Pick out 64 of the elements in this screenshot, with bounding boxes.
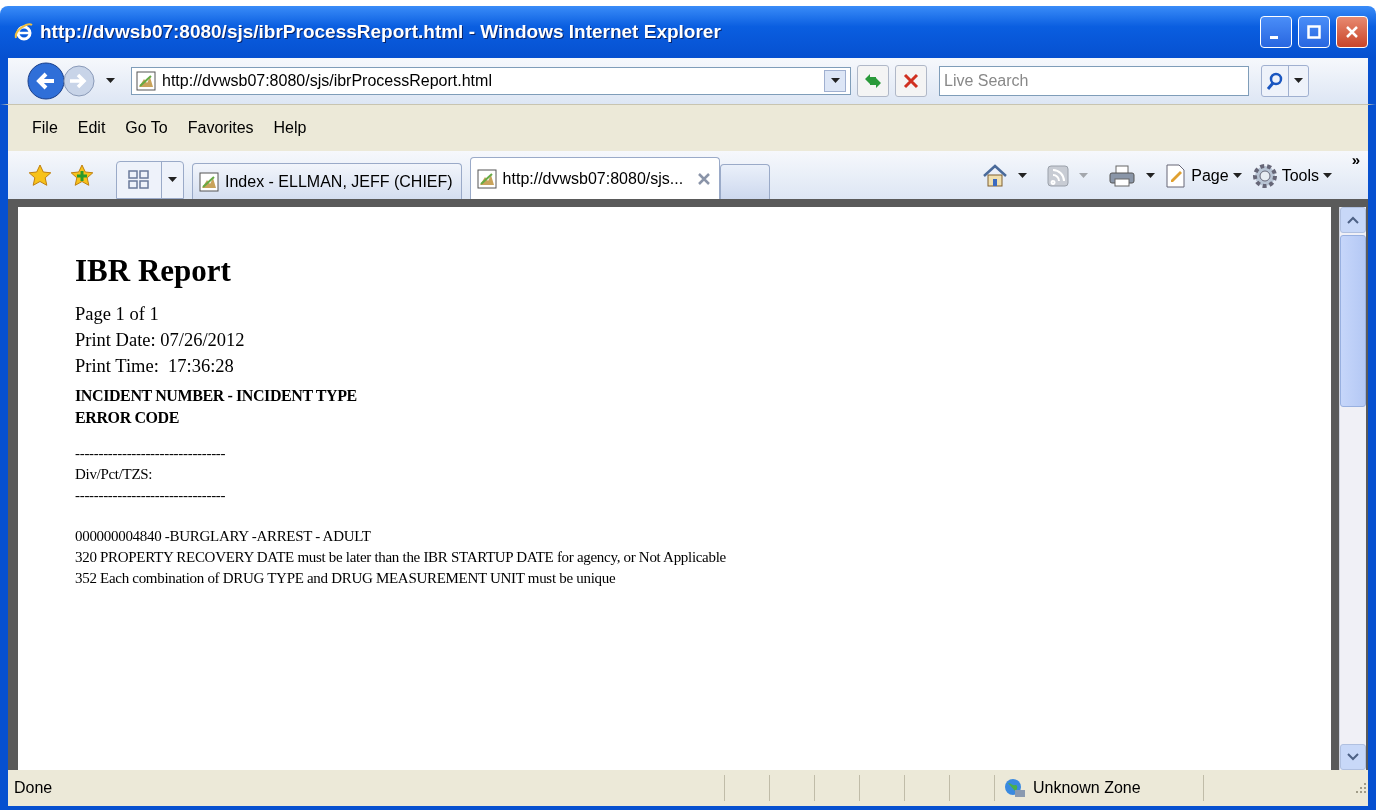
stop-button[interactable] bbox=[895, 65, 927, 97]
menu-item[interactable]: Favorites bbox=[187, 115, 268, 141]
refresh-button[interactable] bbox=[857, 65, 889, 97]
page-edit-icon bbox=[1165, 164, 1188, 188]
tools-menu-button[interactable]: Tools bbox=[1251, 163, 1332, 189]
more-commands-button[interactable]: » bbox=[1351, 151, 1360, 168]
add-favorite-icon[interactable] bbox=[70, 164, 94, 188]
close-icon bbox=[1345, 25, 1359, 39]
caret-icon[interactable] bbox=[1232, 173, 1242, 179]
forward-button[interactable] bbox=[62, 64, 96, 98]
dashed-rule-text: -------------------------------- bbox=[75, 444, 226, 463]
search-field[interactable]: Live Search bbox=[939, 66, 1249, 96]
print-icon[interactable] bbox=[1108, 164, 1137, 188]
gear-icon bbox=[1251, 163, 1278, 189]
ie-logo-icon bbox=[14, 22, 34, 42]
dashed-rule-text: -------------------------------- bbox=[75, 486, 226, 505]
scroll-thumb[interactable] bbox=[1340, 235, 1366, 407]
minimize-icon bbox=[1270, 35, 1278, 39]
caret-icon[interactable] bbox=[168, 177, 177, 183]
error-line: 352 Each combination of DRUG TYPE and DRUG MEASUREMENT UNIT must be unique bbox=[75, 569, 616, 588]
browser-tab[interactable]: Index - ELLMAN, JEFF (CHIEF) bbox=[192, 163, 462, 199]
caret-icon[interactable] bbox=[1294, 78, 1303, 84]
star-icon[interactable] bbox=[28, 164, 52, 188]
menu-item[interactable]: Edit bbox=[77, 115, 120, 141]
column-header: ERROR CODE bbox=[75, 408, 179, 428]
close-button[interactable] bbox=[1336, 16, 1368, 48]
page-icon bbox=[476, 168, 497, 189]
zone-text: Unknown Zone bbox=[1033, 779, 1141, 797]
minimize-button[interactable] bbox=[1260, 16, 1292, 48]
search-button[interactable] bbox=[1261, 65, 1309, 97]
maximize-icon bbox=[1307, 25, 1321, 39]
report-title: IBR Report bbox=[75, 253, 231, 289]
menu-item[interactable]: Help bbox=[273, 115, 321, 141]
division-label: Div/Pct/TZS: bbox=[75, 465, 153, 484]
scroll-up-icon[interactable] bbox=[1347, 216, 1359, 224]
page-icon bbox=[136, 71, 156, 91]
caret-icon[interactable] bbox=[830, 78, 840, 84]
caret-icon[interactable] bbox=[106, 78, 115, 84]
scroll-down-icon[interactable] bbox=[1347, 753, 1359, 761]
back-button[interactable] bbox=[26, 61, 66, 101]
incident-line: 000000004840 -BURGLARY -ARREST - ADULT bbox=[75, 527, 371, 546]
page-menu-button[interactable]: Page bbox=[1165, 164, 1242, 188]
error-line: 320 PROPERTY RECOVERY DATE must be later than the IBR STARTUP DATE for agency, or Not Applicable bbox=[75, 548, 726, 567]
menu-item[interactable]: File bbox=[32, 115, 72, 141]
page-icon bbox=[199, 171, 219, 192]
maximize-button[interactable] bbox=[1298, 16, 1330, 48]
resize-grip-icon[interactable] bbox=[1354, 781, 1368, 795]
window-title: http://dvwsb07:8080/sjs/ibrProcessReport.html - Windows Internet Explorer bbox=[40, 21, 722, 43]
close-icon[interactable] bbox=[697, 171, 712, 186]
report-meta-line: Print Time: 17:36:28 bbox=[75, 355, 234, 378]
address-field[interactable]: http://dvwsb07:8080/sjs/ibrProcessReport.html bbox=[131, 67, 851, 95]
caret-icon[interactable] bbox=[1146, 173, 1156, 179]
caret-icon[interactable] bbox=[1323, 173, 1332, 179]
report-meta-line: Page 1 of 1 bbox=[75, 303, 159, 326]
report-meta-line: Print Date: 07/26/2012 bbox=[75, 329, 245, 352]
column-header: INCIDENT NUMBER - INCIDENT TYPE bbox=[75, 386, 357, 406]
scrollbar[interactable] bbox=[1339, 207, 1366, 770]
browser-tab[interactable]: http://dvwsb07:8080/sjs... bbox=[469, 157, 721, 199]
globe-icon bbox=[1003, 777, 1027, 799]
caret-icon[interactable] bbox=[1018, 173, 1028, 179]
home-icon[interactable] bbox=[982, 164, 1009, 188]
menu-item[interactable]: Go To bbox=[125, 115, 182, 141]
status-text: Done bbox=[14, 779, 54, 797]
stop-icon bbox=[903, 73, 919, 89]
